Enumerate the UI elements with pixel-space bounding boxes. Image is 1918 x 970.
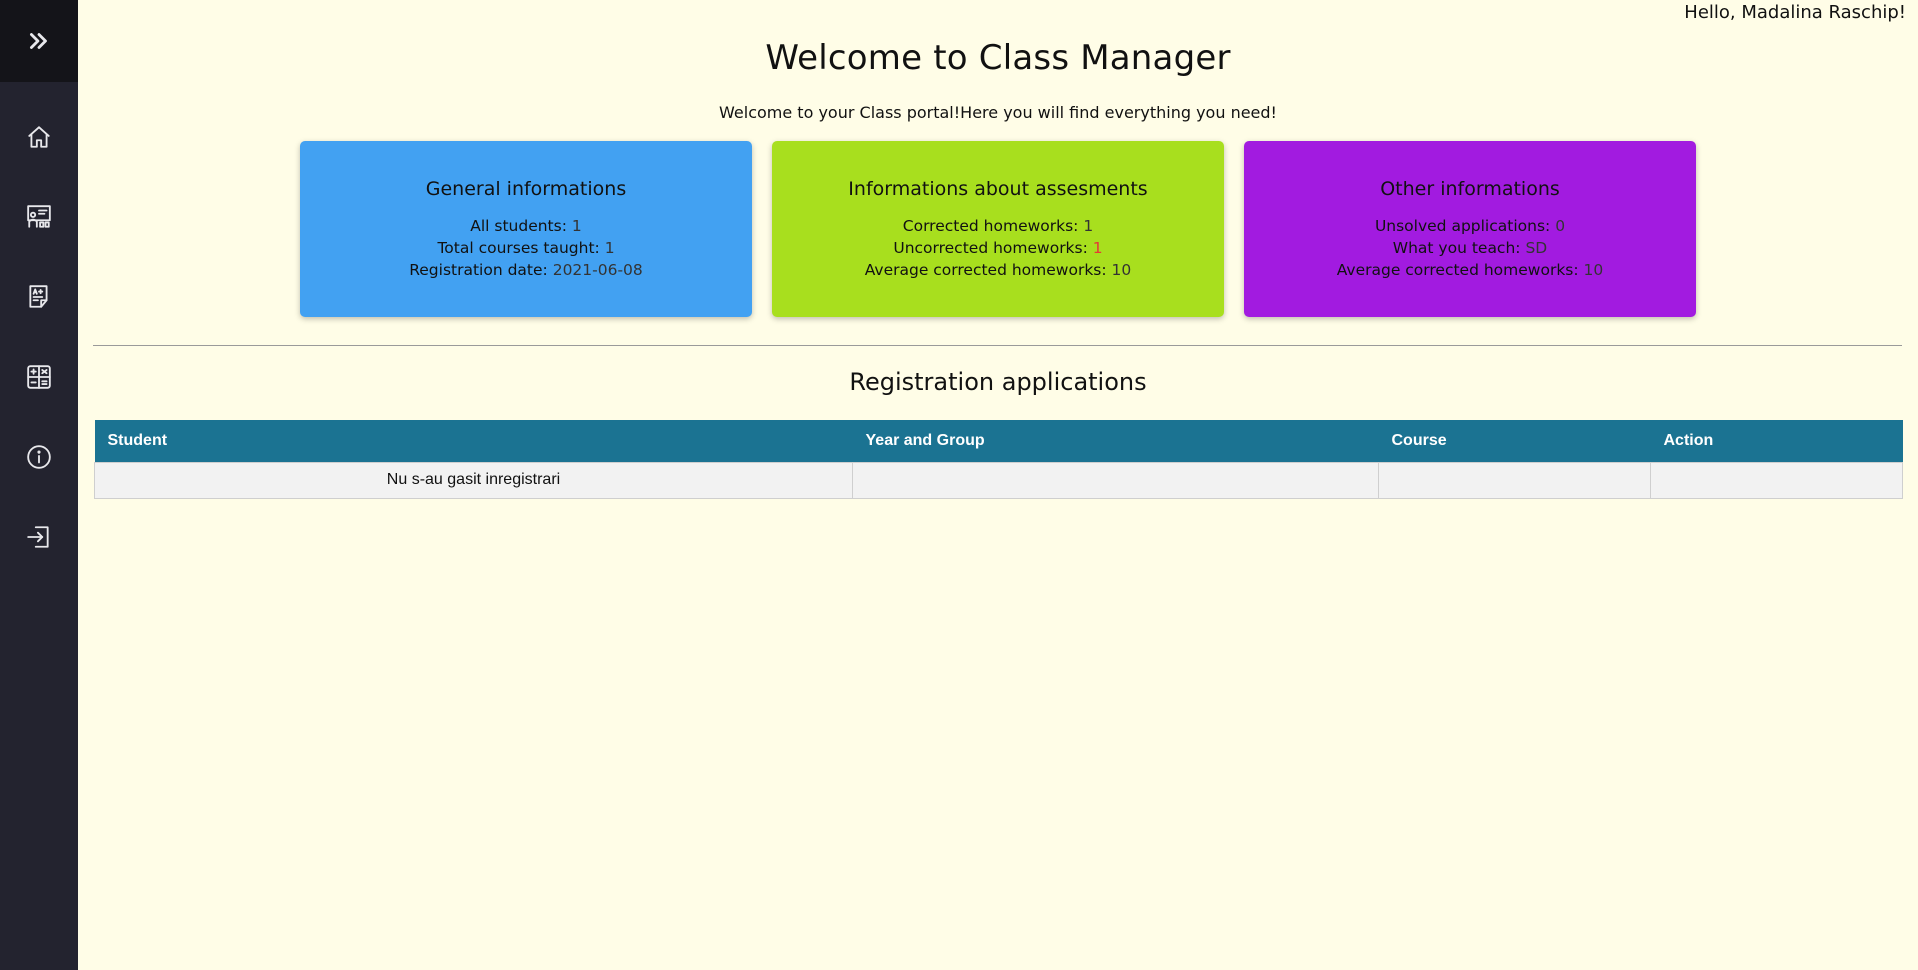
card-row: All students: 1 bbox=[300, 215, 752, 237]
section-divider bbox=[93, 345, 1902, 346]
empty-table-message: Nu s-au gasit inregistrari bbox=[94, 461, 853, 499]
row-value: 10 bbox=[1111, 261, 1132, 279]
card-row: Unsolved applications: 0 bbox=[1244, 215, 1696, 237]
column-header-student[interactable]: Student bbox=[94, 420, 853, 462]
page-subtitle: Welcome to your Class portal!Here you wi… bbox=[719, 103, 1277, 122]
info-icon bbox=[27, 445, 51, 469]
sidebar-toggle-button[interactable] bbox=[0, 0, 78, 82]
card-row: Registration date: 2021-06-08 bbox=[300, 259, 752, 281]
row-value: 1 bbox=[604, 239, 615, 257]
row-value: 10 bbox=[1583, 261, 1604, 279]
row-label: Unsolved applications: bbox=[1374, 217, 1551, 235]
card-row: What you teach: SD bbox=[1244, 237, 1696, 259]
card-title: Other informations bbox=[1380, 178, 1560, 200]
table-cell bbox=[1378, 461, 1651, 499]
row-value: 1 bbox=[1083, 217, 1094, 235]
row-label: Uncorrected homeworks: bbox=[893, 239, 1088, 257]
card-row: Total courses taught: 1 bbox=[300, 237, 752, 259]
row-value: 0 bbox=[1555, 217, 1566, 235]
card-row: Corrected homeworks: 1 bbox=[772, 215, 1224, 237]
row-label: All students: bbox=[470, 217, 567, 235]
column-header-action[interactable]: Action bbox=[1650, 420, 1903, 462]
general-info-card: General informations All students: 1 Tot… bbox=[300, 141, 752, 317]
sidebar-item-calculator[interactable] bbox=[0, 347, 78, 407]
teacher-board-icon bbox=[27, 205, 51, 228]
row-label: Average corrected homeworks: bbox=[864, 261, 1107, 279]
card-title: General informations bbox=[425, 178, 627, 200]
table-cell bbox=[852, 461, 1379, 499]
row-value: 2021-06-08 bbox=[552, 261, 643, 279]
sidebar bbox=[0, 0, 78, 970]
row-label: Registration date: bbox=[409, 261, 548, 279]
user-greeting: Hello, Madalina Raschip! bbox=[1684, 2, 1906, 23]
grades-document-icon bbox=[29, 285, 48, 308]
row-value: SD bbox=[1525, 239, 1548, 257]
other-info-card: Other informations Unsolved applications… bbox=[1244, 141, 1696, 317]
assessments-info-card: Informations about assesments Corrected … bbox=[772, 141, 1224, 317]
card-title: Informations about assesments bbox=[848, 178, 1148, 200]
card-row: Average corrected homeworks: 10 bbox=[1244, 259, 1696, 281]
row-value-alert: 1 bbox=[1092, 239, 1103, 257]
row-label: Corrected homeworks: bbox=[902, 217, 1079, 235]
calculator-icon bbox=[27, 365, 51, 389]
registration-applications-table: Student Year and Group Course Action Nu … bbox=[94, 420, 1903, 499]
column-header-course[interactable]: Course bbox=[1378, 420, 1651, 462]
page-title: Welcome to Class Manager bbox=[765, 38, 1231, 78]
sidebar-item-classes[interactable] bbox=[0, 187, 78, 247]
sidebar-item-grades[interactable] bbox=[0, 267, 78, 327]
row-label: Total courses taught: bbox=[437, 239, 600, 257]
home-icon bbox=[28, 126, 50, 148]
column-header-year-group[interactable]: Year and Group bbox=[852, 420, 1379, 462]
sidebar-item-info[interactable] bbox=[0, 427, 78, 487]
applications-section-title: Registration applications bbox=[849, 368, 1147, 396]
logout-icon bbox=[27, 526, 49, 548]
card-row: Uncorrected homeworks: 1 bbox=[772, 237, 1224, 259]
row-label: What you teach: bbox=[1392, 239, 1521, 257]
sidebar-item-home[interactable] bbox=[0, 107, 78, 167]
row-value: 1 bbox=[571, 217, 582, 235]
table-row: Nu s-au gasit inregistrari bbox=[94, 461, 1903, 499]
card-row: Average corrected homeworks: 10 bbox=[772, 259, 1224, 281]
row-label: Average corrected homeworks: bbox=[1336, 261, 1579, 279]
table-cell bbox=[1650, 461, 1903, 499]
double-chevron-right-icon bbox=[30, 33, 47, 49]
sidebar-item-logout[interactable] bbox=[0, 507, 78, 567]
table-header-row: Student Year and Group Course Action bbox=[94, 420, 1903, 462]
